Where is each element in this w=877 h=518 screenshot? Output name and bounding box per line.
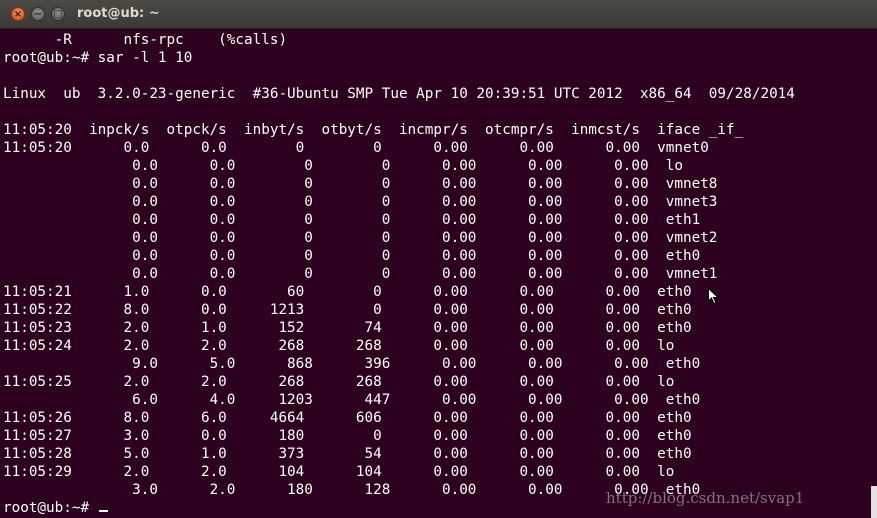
terminal-line: 11:05:20 inpck/s otpck/s inbyt/s otbyt/s… (3, 122, 744, 138)
maximize-icon[interactable]: □ (51, 7, 65, 21)
terminal-line: 0.0 0.0 0 0 0.00 0.00 0.00 vmnet1 (3, 266, 718, 282)
terminal-prompt: root@ub:~# (3, 500, 98, 516)
terminal-line: 0.0 0.0 0 0 0.00 0.00 0.00 vmnet8 (3, 176, 718, 192)
terminal-line: 9.0 5.0 868 396 0.00 0.00 0.00 eth0 (3, 356, 701, 372)
terminal-line: -R nfs-rpc (%calls) (3, 32, 288, 48)
watermark: http://blog.csdn.net/svap1 (606, 489, 805, 507)
window-title: root@ub: ~ (77, 6, 160, 21)
text-cursor (98, 510, 108, 512)
terminal-line: Linux ub 3.2.0-23-generic #36-Ubuntu SMP… (3, 86, 795, 102)
terminal-output[interactable]: -R nfs-rpc (%calls) root@ub:~# sar -l 1 1… (3, 31, 871, 517)
terminal-line: 11:05:27 3.0 0.0 180 0 0.00 0.00 0.00 et… (3, 428, 692, 444)
terminal-line: 0.0 0.0 0 0 0.00 0.00 0.00 eth0 (3, 248, 701, 264)
scrollbar[interactable] (871, 486, 877, 518)
terminal-line: 11:05:22 8.0 0.0 1213 0 0.00 0.00 0.00 e… (3, 302, 692, 318)
terminal-line: 11:05:25 2.0 2.0 268 268 0.00 0.00 0.00 … (3, 374, 675, 390)
terminal-line: 11:05:23 2.0 1.0 152 74 0.00 0.00 0.00 e… (3, 320, 692, 336)
terminal-line: 0.0 0.0 0 0 0.00 0.00 0.00 eth1 (3, 212, 701, 228)
terminal-line: 11:05:20 0.0 0.0 0 0 0.00 0.00 0.00 vmne… (3, 140, 709, 156)
terminal-line: root@ub:~# sar -l 1 10 (3, 50, 193, 66)
terminal-line: 11:05:21 1.0 0.0 60 0 0.00 0.00 0.00 eth… (3, 284, 692, 300)
close-icon[interactable]: × (11, 7, 25, 21)
terminal-line: 0.0 0.0 0 0 0.00 0.00 0.00 vmnet2 (3, 230, 718, 246)
terminal-line: 11:05:29 2.0 2.0 104 104 0.00 0.00 0.00 … (3, 464, 675, 480)
terminal-line: 11:05:28 5.0 1.0 373 54 0.00 0.00 0.00 e… (3, 446, 692, 462)
mouse-pointer-icon (708, 288, 719, 304)
terminal-line: 11:05:24 2.0 2.0 268 268 0.00 0.00 0.00 … (3, 338, 675, 354)
minimize-icon[interactable]: − (31, 7, 45, 21)
terminal-line: 0.0 0.0 0 0 0.00 0.00 0.00 lo (3, 158, 683, 174)
terminal-line: 6.0 4.0 1203 447 0.00 0.00 0.00 eth0 (3, 392, 701, 408)
terminal-line: 11:05:26 8.0 6.0 4664 606 0.00 0.00 0.00… (3, 410, 692, 426)
terminal-line: 0.0 0.0 0 0 0.00 0.00 0.00 vmnet3 (3, 194, 718, 210)
window-titlebar[interactable]: × − □ root@ub: ~ (0, 0, 877, 29)
